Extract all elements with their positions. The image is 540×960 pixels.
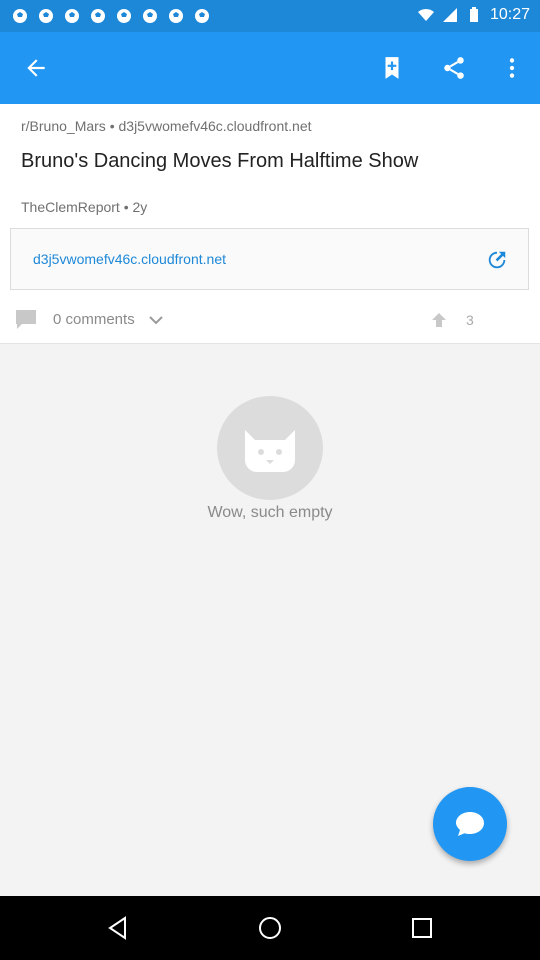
comments-count[interactable]: 0 comments [53, 311, 135, 328]
back-button[interactable] [18, 50, 54, 86]
soccer-ball-icon [195, 9, 209, 23]
chevron-down-icon[interactable] [147, 311, 165, 329]
soccer-ball-icon [117, 9, 131, 23]
bookmark-button[interactable] [374, 50, 410, 86]
share-button[interactable] [436, 50, 472, 86]
nav-recents-button[interactable] [406, 912, 438, 944]
cat-face-icon [217, 396, 323, 500]
soccer-ball-icon [39, 9, 53, 23]
bookmark-add-icon [385, 57, 399, 79]
post-title: Bruno's Dancing Moves From Halftime Show [21, 150, 419, 172]
notification-icons [12, 8, 210, 24]
link-url[interactable]: d3j5vwomefv46c.cloudfront.net [33, 251, 226, 267]
status-bar: 10:27 [0, 0, 540, 32]
link-preview[interactable]: d3j5vwomefv46c.cloudfront.net [10, 228, 529, 290]
status-time: 10:27 [489, 6, 530, 23]
more-vert-icon [509, 58, 515, 78]
recents-square-icon [412, 918, 432, 938]
meta-separator: • [123, 199, 129, 215]
home-circle-icon [259, 917, 281, 939]
upvote-icon[interactable] [430, 311, 448, 329]
open-external-icon[interactable] [486, 249, 508, 271]
soccer-ball-icon [169, 9, 183, 23]
author-line: TheClemReport • 2y [21, 199, 147, 215]
soccer-ball-icon [65, 9, 79, 23]
post-actions: 0 comments 3 [0, 300, 540, 340]
post-domain[interactable]: d3j5vwomefv46c.cloudfront.net [119, 118, 312, 134]
wifi-icon [417, 8, 434, 21]
soccer-ball-icon [91, 9, 105, 23]
add-comment-fab[interactable] [433, 787, 507, 861]
soccer-ball-icon [143, 9, 157, 23]
back-arrow-icon [27, 59, 45, 77]
post-meta: r/Bruno_Mars • d3j5vwomefv46c.cloudfront… [21, 118, 312, 134]
share-icon [444, 57, 464, 79]
soccer-ball-icon [13, 9, 27, 23]
comment-icon[interactable] [14, 308, 38, 330]
signal-icon [442, 8, 457, 22]
nav-home-button[interactable] [254, 912, 286, 944]
back-triangle-icon [108, 916, 126, 940]
nav-back-button[interactable] [102, 912, 134, 944]
app-toolbar [0, 32, 540, 104]
system-nav-bar [0, 896, 540, 960]
overflow-menu-button[interactable] [494, 50, 530, 86]
post-age: 2y [132, 199, 148, 215]
author-link[interactable]: TheClemReport [21, 199, 120, 215]
post-card: r/Bruno_Mars • d3j5vwomefv46c.cloudfront… [0, 104, 540, 344]
post-score: 3 [466, 312, 474, 328]
subreddit-link[interactable]: r/Bruno_Mars [21, 118, 106, 134]
chat-bubble-icon [456, 812, 484, 836]
empty-state-text: Wow, such empty [207, 504, 333, 521]
meta-separator: • [109, 118, 115, 134]
status-right: 10:27 [417, 6, 530, 24]
battery-icon [469, 7, 478, 22]
